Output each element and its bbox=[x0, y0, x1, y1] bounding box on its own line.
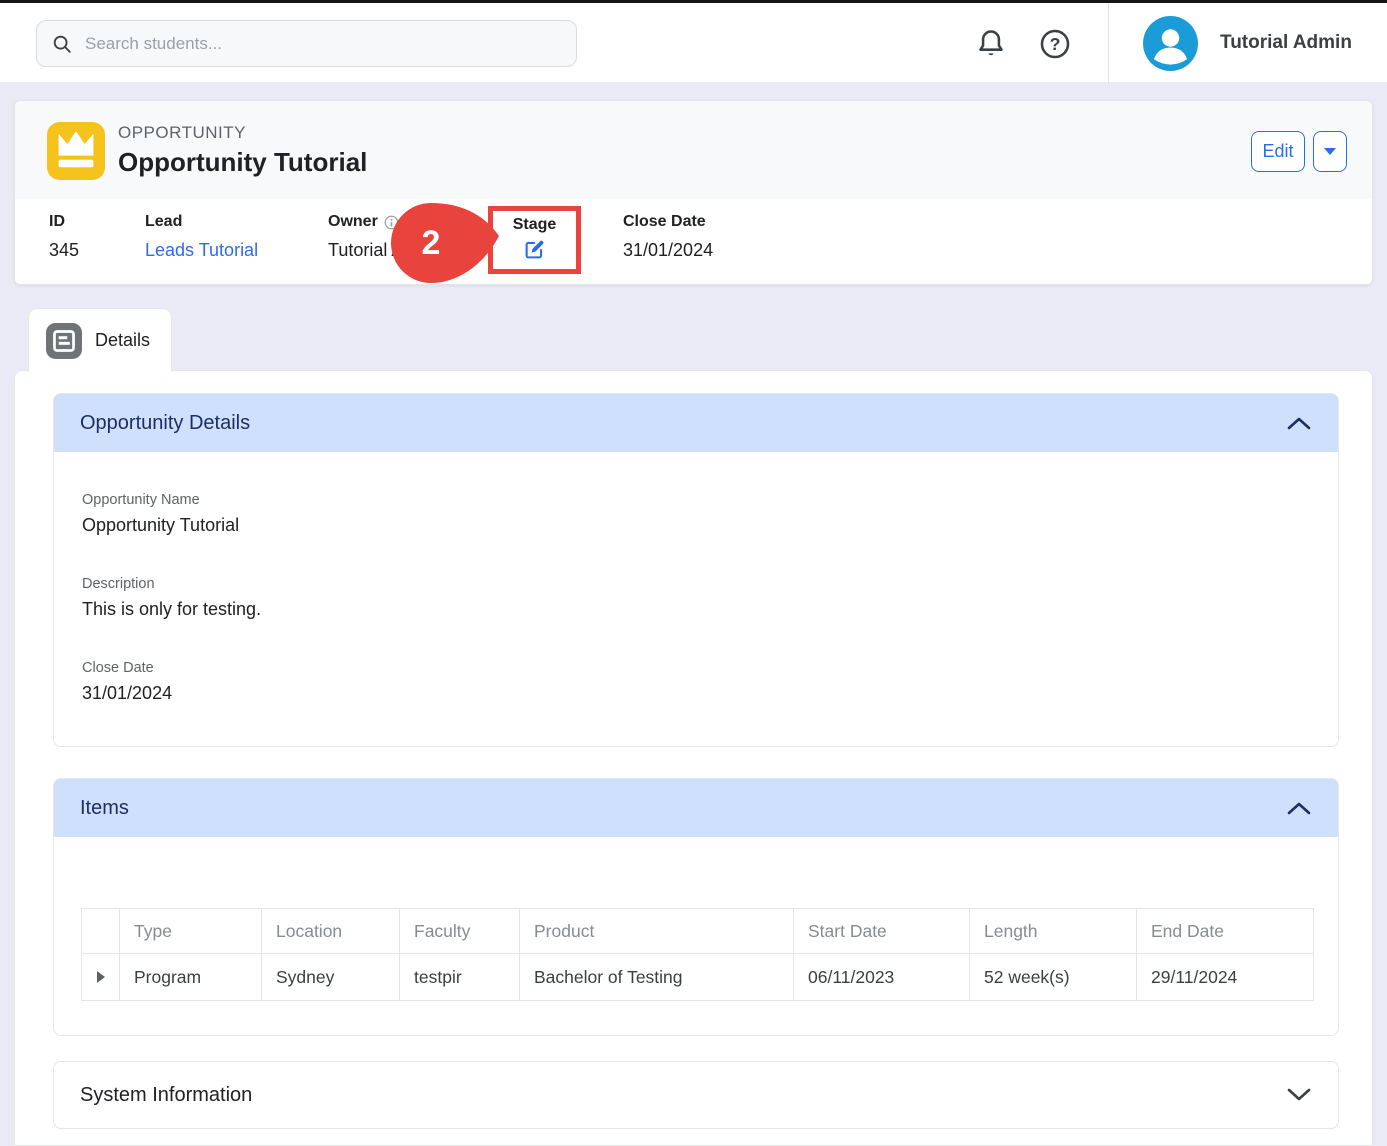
opportunity-details-header[interactable]: Opportunity Details bbox=[54, 394, 1338, 452]
cell-type: Program bbox=[120, 954, 262, 1001]
entity-type-label: OPPORTUNITY bbox=[118, 123, 246, 143]
cell-faculty: testpir bbox=[400, 954, 520, 1001]
col-location: Location bbox=[262, 909, 400, 954]
opportunity-name-value: Opportunity Tutorial bbox=[82, 515, 239, 536]
search-box[interactable] bbox=[36, 20, 577, 67]
close-date-detail-value: 31/01/2024 bbox=[82, 683, 172, 704]
annotation-number: 2 bbox=[391, 201, 471, 285]
help-icon[interactable]: ? bbox=[1038, 27, 1072, 61]
close-date-value: 31/01/2024 bbox=[623, 240, 713, 261]
section-opportunity-details: Opportunity Details Opportunity Name Opp… bbox=[53, 393, 1339, 747]
page-title: Opportunity Tutorial bbox=[118, 147, 367, 178]
system-information-title: System Information bbox=[80, 1084, 252, 1107]
stage-edit-icon[interactable] bbox=[524, 239, 545, 260]
items-title: Items bbox=[80, 797, 129, 820]
expand-triangle-icon bbox=[96, 971, 106, 983]
edit-button[interactable]: Edit bbox=[1251, 131, 1305, 172]
system-information-header[interactable]: System Information bbox=[54, 1062, 1338, 1128]
details-tab-icon bbox=[46, 323, 82, 359]
close-date-detail-label: Close Date bbox=[82, 660, 172, 676]
close-date-label: Close Date bbox=[623, 213, 713, 231]
field-id: ID 345 bbox=[49, 213, 79, 261]
owner-label: Owner bbox=[328, 213, 378, 231]
items-table-header-row: Type Location Faculty Product Start Date… bbox=[82, 909, 1314, 954]
col-type: Type bbox=[120, 909, 262, 954]
field-close-date: Close Date 31/01/2024 bbox=[623, 213, 713, 261]
details-content-card: Opportunity Details Opportunity Name Opp… bbox=[14, 370, 1373, 1146]
detail-field-opportunity-name: Opportunity Name Opportunity Tutorial bbox=[82, 492, 239, 536]
chevron-down-icon[interactable] bbox=[1286, 1087, 1312, 1103]
svg-text:?: ? bbox=[1050, 34, 1061, 54]
items-table: Type Location Faculty Product Start Date… bbox=[81, 908, 1314, 1001]
row-expander[interactable] bbox=[82, 954, 120, 1001]
description-value: This is only for testing. bbox=[82, 599, 261, 620]
chevron-up-icon[interactable] bbox=[1286, 415, 1312, 431]
items-header[interactable]: Items bbox=[54, 779, 1338, 837]
cell-end-date: 29/11/2024 bbox=[1137, 954, 1314, 1001]
cell-start-date: 06/11/2023 bbox=[794, 954, 970, 1001]
user-avatar[interactable] bbox=[1143, 16, 1198, 71]
col-faculty: Faculty bbox=[400, 909, 520, 954]
cell-product: Bachelor of Testing bbox=[520, 954, 794, 1001]
detail-field-close-date: Close Date 31/01/2024 bbox=[82, 660, 172, 704]
table-row: Program Sydney testpir Bachelor of Testi… bbox=[82, 954, 1314, 1001]
col-product: Product bbox=[520, 909, 794, 954]
top-bar: ? Tutorial Admin bbox=[0, 0, 1387, 82]
lead-label: Lead bbox=[145, 213, 258, 231]
field-lead: Lead Leads Tutorial bbox=[145, 213, 258, 261]
opportunity-details-title: Opportunity Details bbox=[80, 412, 250, 435]
col-end-date: End Date bbox=[1137, 909, 1314, 954]
cell-location: Sydney bbox=[262, 954, 400, 1001]
opportunity-header-card: OPPORTUNITY Opportunity Tutorial Edit ID… bbox=[14, 100, 1373, 285]
more-actions-button[interactable] bbox=[1313, 131, 1347, 172]
opportunity-header-top: OPPORTUNITY Opportunity Tutorial Edit bbox=[15, 101, 1372, 199]
search-icon bbox=[51, 33, 73, 55]
chevron-up-icon[interactable] bbox=[1286, 800, 1312, 816]
cell-length: 52 week(s) bbox=[970, 954, 1137, 1001]
expander-header-cell bbox=[82, 909, 120, 954]
user-name: Tutorial Admin bbox=[1220, 32, 1352, 54]
section-system-information: System Information bbox=[53, 1061, 1339, 1129]
col-start-date: Start Date bbox=[794, 909, 970, 954]
chevron-down-icon bbox=[1324, 148, 1336, 155]
section-items: Items Type Location Faculty Product Star… bbox=[53, 778, 1339, 1036]
annotation-arrow-2: 2 bbox=[391, 201, 503, 287]
header-fields-row: ID 345 Lead Leads Tutorial Owner Tutoria… bbox=[15, 199, 1372, 285]
col-length: Length bbox=[970, 909, 1137, 954]
opportunity-name-label: Opportunity Name bbox=[82, 492, 239, 508]
opportunity-crown-icon bbox=[47, 122, 105, 180]
tab-details[interactable]: Details bbox=[28, 308, 172, 372]
id-value: 345 bbox=[49, 240, 79, 261]
notifications-bell-icon[interactable] bbox=[974, 27, 1008, 61]
lead-link[interactable]: Leads Tutorial bbox=[145, 240, 258, 261]
description-label: Description bbox=[82, 576, 261, 592]
search-input[interactable] bbox=[85, 34, 562, 54]
topbar-divider bbox=[1108, 3, 1109, 85]
stage-label: Stage bbox=[513, 216, 557, 234]
details-tab-label: Details bbox=[95, 330, 150, 351]
id-label: ID bbox=[49, 213, 79, 231]
detail-field-description: Description This is only for testing. bbox=[82, 576, 261, 620]
